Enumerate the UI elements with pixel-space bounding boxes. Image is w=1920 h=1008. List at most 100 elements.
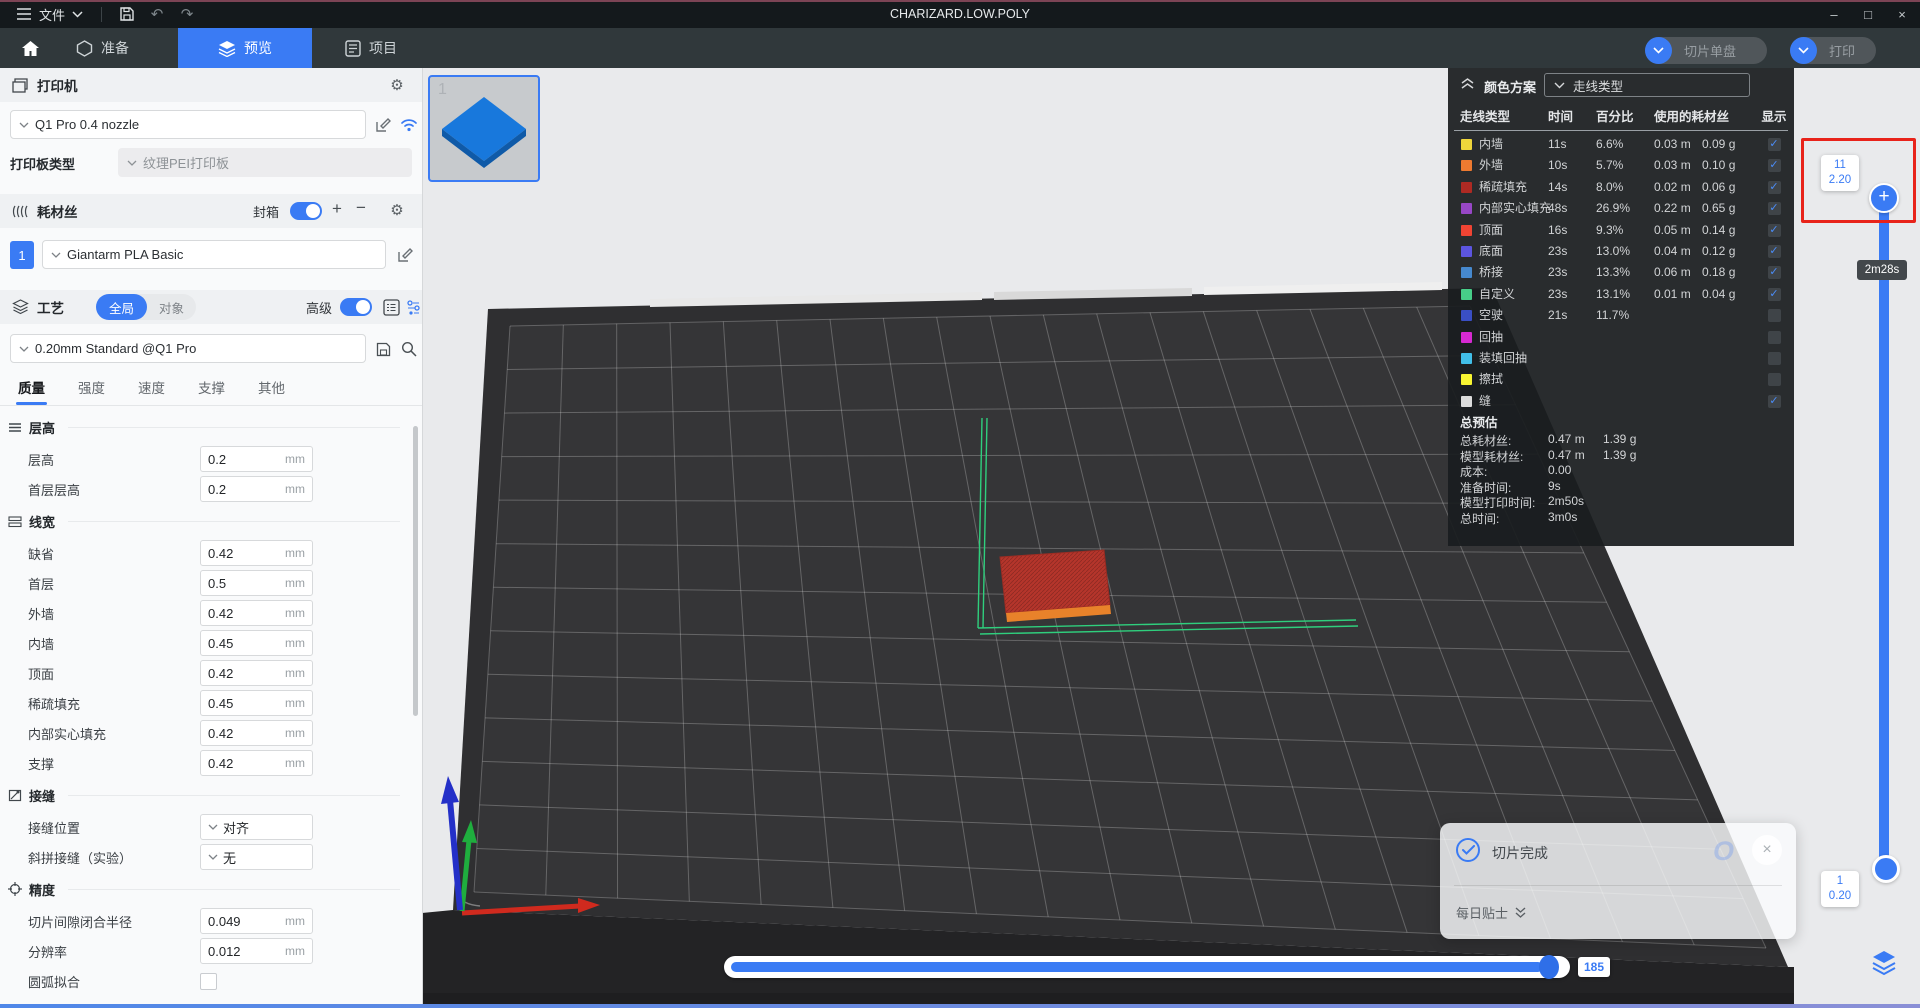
setting-input[interactable]: 0.42mm: [200, 660, 313, 686]
line-type-rows: 内墙11s6.6%0.03 m0.09 g✓外墙10s5.7%0.03 m0.1…: [1448, 134, 1794, 412]
setting-row: 顶面0.42mm: [0, 658, 410, 688]
search-preset-button[interactable]: [398, 338, 420, 360]
remove-filament-button[interactable]: −: [356, 198, 366, 218]
process-tune-button[interactable]: [402, 296, 423, 318]
layer-slider-track[interactable]: [1879, 198, 1889, 868]
line-type-swatch: [1461, 310, 1472, 321]
advanced-toggle[interactable]: [340, 298, 372, 316]
save-button[interactable]: [112, 0, 142, 28]
line-type-swatch: [1461, 289, 1472, 300]
enclosure-label: 封箱: [253, 202, 279, 221]
line-type-visibility-checkbox[interactable]: ✓: [1768, 352, 1781, 365]
line-type-weight: 0.04 g: [1702, 284, 1735, 305]
setting-input[interactable]: 0.42mm: [200, 720, 313, 746]
tab-prepare[interactable]: 准备: [76, 28, 129, 68]
process-tab-支撑[interactable]: 支撑: [198, 374, 225, 405]
scope-object[interactable]: 对象: [147, 298, 196, 317]
line-type-visibility-checkbox[interactable]: ✓: [1768, 159, 1781, 172]
printer-wifi-button[interactable]: [398, 114, 420, 136]
collapse-panel-button[interactable]: [1460, 77, 1475, 90]
line-type-row: 内部实心填充48s26.9%0.22 m0.65 g✓: [1448, 198, 1794, 219]
col-line-type: 走线类型: [1460, 106, 1510, 125]
color-scheme-select[interactable]: 走线类型: [1544, 73, 1750, 97]
bottom-layer-number: 1: [1821, 874, 1859, 889]
maximize-button[interactable]: □: [1858, 7, 1878, 22]
line-type-label: 缝: [1479, 391, 1491, 412]
line-type-visibility-checkbox[interactable]: ✓: [1768, 395, 1781, 408]
tab-project[interactable]: 项目: [345, 28, 397, 68]
printer-select[interactable]: Q1 Pro 0.4 nozzle: [10, 110, 366, 139]
step-slider-handle[interactable]: [1539, 955, 1559, 979]
hamburger-icon: [16, 7, 32, 21]
setting-select[interactable]: 对齐: [200, 814, 313, 840]
line-type-swatch: [1461, 353, 1472, 364]
setting-checkbox[interactable]: [200, 973, 217, 990]
process-list-button[interactable]: [380, 296, 402, 318]
line-type-visibility-checkbox[interactable]: ✓: [1768, 202, 1781, 215]
setting-input[interactable]: 0.2mm: [200, 476, 313, 502]
layer-slider-bottom-handle[interactable]: [1872, 855, 1900, 883]
process-tab-强度[interactable]: 强度: [78, 374, 105, 405]
filament-settings-button[interactable]: ⚙: [386, 199, 408, 221]
minimize-button[interactable]: –: [1824, 7, 1844, 22]
setting-input[interactable]: 0.012mm: [200, 938, 313, 964]
redo-button[interactable]: ↷: [172, 0, 202, 28]
setting-input[interactable]: 0.5mm: [200, 570, 313, 596]
line-type-visibility-checkbox[interactable]: ✓: [1768, 181, 1781, 194]
sliced-model[interactable]: [1000, 550, 1111, 622]
print-button[interactable]: 打印: [1790, 37, 1876, 64]
process-tab-其他[interactable]: 其他: [258, 374, 285, 405]
tab-preview[interactable]: 预览: [178, 28, 312, 68]
plate-thumbnail[interactable]: 1: [428, 75, 540, 182]
titlebar-divider: [101, 7, 102, 22]
setting-label: 内墙: [28, 634, 54, 653]
print-dropdown[interactable]: [1790, 37, 1817, 64]
filament-select[interactable]: Giantarm PLA Basic: [42, 240, 386, 269]
setting-group-title: 层高: [29, 418, 55, 437]
setting-input[interactable]: 0.45mm: [200, 690, 313, 716]
process-tab-质量[interactable]: 质量: [18, 374, 45, 405]
line-type-visibility-checkbox[interactable]: ✓: [1768, 373, 1781, 386]
close-button[interactable]: ×: [1892, 7, 1912, 22]
line-type-visibility-checkbox[interactable]: ✓: [1768, 309, 1781, 322]
line-type-visibility-checkbox[interactable]: ✓: [1768, 331, 1781, 344]
line-type-visibility-checkbox[interactable]: ✓: [1768, 245, 1781, 258]
process-preset-select[interactable]: 0.20mm Standard @Q1 Pro: [10, 334, 366, 363]
edit-printer-button[interactable]: [372, 114, 394, 136]
home-button[interactable]: [10, 28, 50, 68]
setting-select[interactable]: 无: [200, 844, 313, 870]
step-slider-track[interactable]: [724, 956, 1570, 978]
undo-button[interactable]: ↶: [142, 0, 172, 28]
line-type-visibility-checkbox[interactable]: ✓: [1768, 138, 1781, 151]
setting-group-title: 精度: [29, 880, 55, 899]
line-type-visibility-checkbox[interactable]: ✓: [1768, 288, 1781, 301]
daily-tip-button[interactable]: 每日贴士: [1456, 903, 1527, 922]
filament-slot-badge[interactable]: 1: [10, 241, 34, 269]
setting-input[interactable]: 0.2mm: [200, 446, 313, 472]
setting-group-title: 接缝: [29, 786, 55, 805]
setting-input[interactable]: 0.049mm: [200, 908, 313, 934]
plate-type-select[interactable]: 纹理PEI打印板: [118, 148, 412, 177]
col-filament-used: 使用的耗材丝: [1654, 106, 1729, 125]
add-filament-button[interactable]: +: [332, 199, 342, 219]
line-type-visibility-checkbox[interactable]: ✓: [1768, 266, 1781, 279]
process-tab-速度[interactable]: 速度: [138, 374, 165, 405]
save-preset-button[interactable]: [372, 338, 394, 360]
line-type-percent: 9.3%: [1596, 220, 1623, 241]
scope-global[interactable]: 全局: [96, 294, 147, 320]
setting-input[interactable]: 0.45mm: [200, 630, 313, 656]
file-menu[interactable]: 文件: [8, 0, 91, 28]
slice-dropdown[interactable]: [1645, 37, 1672, 64]
notification-close-button[interactable]: ×: [1752, 835, 1782, 865]
setting-input[interactable]: 0.42mm: [200, 600, 313, 626]
line-type-visibility-checkbox[interactable]: ✓: [1768, 224, 1781, 237]
settings-scrollbar[interactable]: [413, 426, 418, 716]
slice-button[interactable]: 切片单盘: [1645, 37, 1767, 64]
setting-input[interactable]: 0.42mm: [200, 540, 313, 566]
setting-input[interactable]: 0.42mm: [200, 750, 313, 776]
printer-settings-button[interactable]: ⚙: [386, 74, 408, 96]
edit-filament-button[interactable]: [394, 244, 416, 266]
enclosure-toggle[interactable]: [290, 202, 322, 220]
layer-view-button[interactable]: [1870, 948, 1898, 976]
save-icon: [376, 342, 391, 357]
